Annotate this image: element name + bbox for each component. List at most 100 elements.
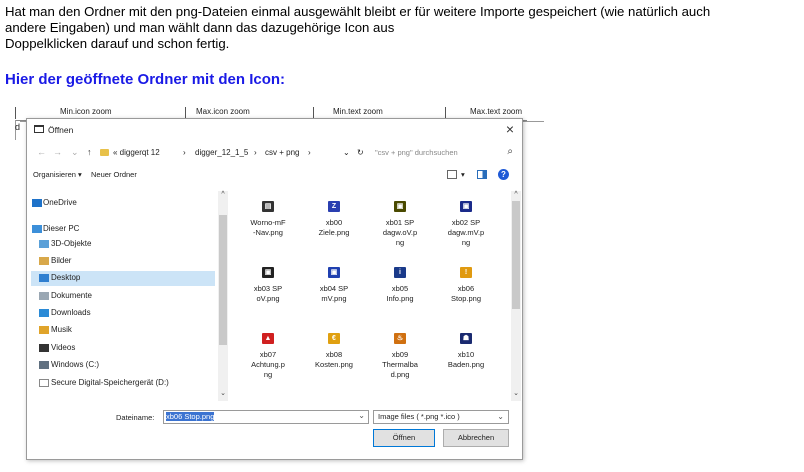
nav-scroll-thumb[interactable] [219,215,227,345]
file-item[interactable]: ! xb06 Stop.png [437,259,495,313]
chevron-down-icon[interactable]: ⌄ [358,411,365,420]
file-name: xb01 SP dagw.oV.p ng [382,218,418,247]
nav-item-label: Windows (C:) [51,360,100,369]
file-name: xb02 SP dagw.mV.p ng [447,218,485,247]
file-item[interactable]: ☗ xb10 Baden.png [437,325,495,379]
cloud-icon [32,199,42,207]
search-icon[interactable]: ⌕ [507,146,513,157]
nav-item-desktop[interactable]: Desktop [31,271,215,286]
nav-item-label: Secure Digital-Speichergerät (D:) [51,378,169,387]
nav-item-documents[interactable]: Dokumente [31,289,215,304]
file-thumbnail-icon: ▣ [328,267,340,278]
nav-item-label: Downloads [51,308,91,317]
refresh-icon[interactable]: ↻ [357,148,364,157]
nav-item-pictures[interactable]: Bilder [31,254,215,269]
doc-line-1: Hat man den Ordner mit den png-Dateien e… [5,4,711,19]
file-item[interactable]: Zxb00 Ziele.png [305,193,363,247]
dialog-title: Öffnen [48,125,74,135]
breadcrumb-digger[interactable]: digger_12_1_5 [195,148,248,157]
filetype-select[interactable]: Image files ( *.png *.ico ) ⌄ [373,410,509,424]
scroll-up-icon[interactable]: ^ [511,191,521,198]
filename-value: xb06 Stop.png [166,412,215,421]
forward-arrow-icon[interactable]: → [53,147,62,157]
drive-icon [39,361,49,369]
file-name: xb08 Kosten.png [315,350,353,369]
help-icon[interactable]: ? [498,169,509,180]
doc-heading: Hier der geöffnete Ordner mit den Icon: [5,71,286,88]
nav-item-sd-card-d[interactable]: Secure Digital-Speichergerät (D:) [31,376,215,391]
address-dropdown-icon[interactable]: ⌄ [343,148,350,157]
nav-item-videos[interactable]: Videos [31,341,215,356]
file-thumbnail-icon: ▲ [262,333,274,344]
filename-input[interactable]: xb06 Stop.png ⌄ [163,410,369,424]
breadcrumb-separator[interactable]: › [183,148,186,157]
chevron-down-icon[interactable]: ⌄ [497,412,504,421]
breadcrumb-separator[interactable]: › [254,148,257,157]
history-chevron-icon[interactable]: ⌄ [71,147,79,158]
file-name: xb05 Info.png [386,284,414,303]
dialog-footer: Dateiname: xb06 Stop.png ⌄ Image files (… [27,409,522,461]
organize-button[interactable]: Organisieren ▾ [33,170,82,179]
nav-item-3d-objects[interactable]: 3D-Objekte [31,237,215,252]
nav-item-onedrive[interactable]: OneDrive [31,196,215,211]
preview-pane-icon[interactable] [477,170,487,179]
file-thumbnail-icon: ▣ [262,267,274,278]
cancel-button[interactable]: Abbrechen [443,429,509,447]
file-item[interactable]: ▣ xb01 SP dagw.oV.p ng [371,193,429,247]
breadcrumb-csv-png[interactable]: csv + png [265,148,299,157]
nav-item-downloads[interactable]: Downloads [31,306,215,321]
cube-icon [39,240,49,248]
file-item[interactable]: ♨ xb09 Thermalba d.png [371,325,429,379]
sd-card-icon [39,379,49,387]
open-button[interactable]: Öffnen [373,429,435,447]
file-name: xb10 Baden.png [447,350,485,369]
zoom-label-max-icon: Max.icon zoom [196,107,250,116]
dialog-titlebar[interactable]: Öffnen × [27,119,522,141]
file-item[interactable]: i xb05 Info.png [371,259,429,313]
breadcrumb-diggerqt[interactable]: « diggerqt 12 [113,148,160,157]
download-icon [39,309,49,317]
music-icon [39,326,49,334]
file-thumbnail-icon: ♨ [394,333,406,344]
scroll-down-icon[interactable]: ⌄ [511,389,521,397]
filename-label: Dateiname: [116,413,155,422]
file-item[interactable]: ▣ xb02 SP dagw.mV.p ng [437,193,495,247]
nav-item-windows-c[interactable]: Windows (C:) [31,358,215,373]
dialog-toolbar: Organisieren ▾ Neuer Ordner ▾ ? [27,167,522,185]
pictures-icon [39,257,49,265]
zoom-label-min-icon: Min.icon zoom [60,107,112,116]
search-input[interactable]: "csv + png" durchsuchen [375,148,458,157]
file-scrollbar[interactable]: ^ ⌄ [511,191,521,401]
view-dropdown-icon[interactable]: ▾ [461,170,465,179]
file-scroll-thumb[interactable] [512,201,520,309]
close-icon[interactable]: × [506,121,514,137]
breadcrumb-separator[interactable]: › [308,148,311,157]
file-thumbnail-icon: ▣ [394,201,406,212]
nav-item-label: OneDrive [43,198,77,207]
file-item[interactable]: ▤ Worno-mF -Nav.png [239,193,297,247]
file-thumbnail-icon: ▤ [262,201,274,212]
file-name: xb03 SP oV.png [253,284,283,303]
nav-item-label: Bilder [51,256,72,265]
scroll-down-icon[interactable]: ⌄ [218,389,228,397]
view-options-icon[interactable] [447,170,457,179]
file-thumbnail-icon: ☗ [460,333,472,344]
scroll-up-icon[interactable]: ^ [218,191,228,198]
file-thumbnail-icon: € [328,333,340,344]
back-arrow-icon[interactable]: ← [37,147,46,157]
file-item[interactable]: € xb08 Kosten.png [305,325,363,379]
nav-item-label: Dieser PC [43,224,80,233]
nav-scrollbar[interactable]: ^ ⌄ [218,191,228,401]
zoom-tick [15,107,16,119]
file-item[interactable]: ▣ xb03 SP oV.png [239,259,297,313]
desktop-icon [39,274,49,282]
up-arrow-icon[interactable]: ↑ [87,147,92,157]
new-folder-button[interactable]: Neuer Ordner [91,170,137,179]
file-thumbnail-icon: ▣ [460,201,472,212]
file-thumbnail-icon: Z [328,201,340,212]
file-item[interactable]: ▣ xb04 SP mV.png [305,259,363,313]
file-list: ▤ Worno-mF -Nav.png Zxb00 Ziele.png ▣ xb01 S… [231,191,508,401]
file-item[interactable]: ▲ xb07 Achtung.p ng [239,325,297,379]
nav-item-music[interactable]: Musik [31,323,215,338]
nav-item-this-pc[interactable]: Dieser PC [31,222,215,237]
